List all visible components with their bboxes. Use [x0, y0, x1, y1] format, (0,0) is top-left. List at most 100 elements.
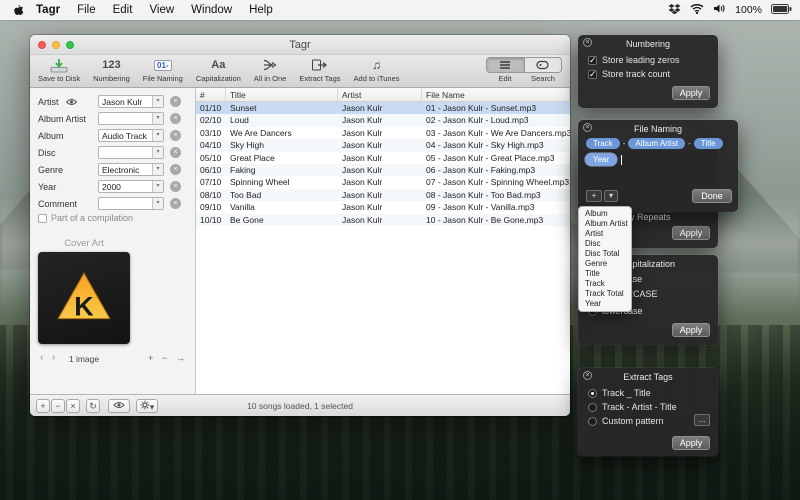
- chevron-down-icon[interactable]: ▾: [152, 164, 163, 175]
- token-year[interactable]: Year: [586, 154, 616, 165]
- token-menu: Album Album Artist Artist Disc Disc Tota…: [578, 206, 632, 312]
- compilation-checkbox[interactable]: [38, 214, 47, 223]
- segment-search[interactable]: [524, 58, 562, 72]
- toolbar-numbering[interactable]: 123 Numbering: [93, 57, 130, 83]
- cell-number: 10/10: [196, 214, 226, 226]
- apply-button[interactable]: Apply: [672, 323, 710, 337]
- token-title[interactable]: Title: [694, 138, 723, 149]
- menu-item-album-artist[interactable]: Album Artist: [579, 219, 631, 229]
- menu-item-artist[interactable]: Artist: [579, 229, 631, 239]
- radio[interactable]: [588, 417, 597, 426]
- menu-item-genre[interactable]: Genre: [579, 259, 631, 269]
- menu-edit[interactable]: Edit: [113, 4, 133, 16]
- dropbox-icon[interactable]: [668, 3, 681, 18]
- chevron-down-icon[interactable]: ▾: [152, 181, 163, 192]
- table-row[interactable]: 05/10 Great Place Jason Kulr 05 - Jason …: [196, 152, 570, 164]
- menu-help[interactable]: Help: [249, 4, 273, 16]
- custom-pattern-option[interactable]: Custom pattern: [588, 416, 664, 426]
- compilation-option[interactable]: Part of a compilation: [38, 213, 133, 223]
- clear-field-button[interactable]: ×: [170, 147, 181, 158]
- column-header-artist[interactable]: Artist: [338, 88, 422, 101]
- chevron-down-icon[interactable]: ▾: [152, 130, 163, 141]
- clear-field-button[interactable]: ×: [170, 164, 181, 175]
- toolbar-all-in-one[interactable]: All in One: [254, 57, 287, 83]
- image-count-label: 1 image: [38, 354, 130, 364]
- menu-item-track-total[interactable]: Track Total: [579, 289, 631, 299]
- menu-file[interactable]: File: [77, 4, 96, 16]
- window-titlebar[interactable]: Tagr: [30, 35, 570, 55]
- menu-item-year[interactable]: Year: [579, 299, 631, 309]
- table-row[interactable]: 06/10 Faking Jason Kulr 06 - Jason Kulr …: [196, 164, 570, 176]
- table-row[interactable]: 04/10 Sky High Jason Kulr 04 - Jason Kul…: [196, 139, 570, 151]
- volume-icon[interactable]: [713, 3, 726, 17]
- toolbar-add-to-itunes[interactable]: ♫ Add to iTunes: [354, 57, 400, 83]
- chevron-down-icon[interactable]: ▾: [152, 147, 163, 158]
- column-header-number[interactable]: #: [196, 88, 226, 101]
- apple-menu-icon[interactable]: [12, 4, 24, 17]
- clear-field-button[interactable]: ×: [170, 96, 181, 107]
- album-combobox: ▾: [98, 129, 164, 142]
- radio[interactable]: [588, 389, 597, 398]
- ellipsis-button[interactable]: ...: [694, 414, 710, 426]
- table-row[interactable]: 03/10 We Are Dancers Jason Kulr 03 - Jas…: [196, 127, 570, 139]
- chevron-down-icon[interactable]: ▾: [152, 198, 163, 209]
- menu-window[interactable]: Window: [191, 4, 232, 16]
- table-row[interactable]: 07/10 Spinning Wheel Jason Kulr 07 - Jas…: [196, 176, 570, 188]
- track-title-pattern-option[interactable]: Track _ Title: [588, 388, 651, 398]
- store-leading-zeros-option[interactable]: ✓ Store leading zeros: [588, 55, 680, 65]
- store-track-count-option[interactable]: ✓ Store track count: [588, 69, 670, 79]
- battery-icon[interactable]: [771, 4, 792, 17]
- table-row[interactable]: 01/10 Sunset Jason Kulr 01 - Jason Kulr …: [196, 102, 570, 114]
- clear-field-button[interactable]: ×: [170, 113, 181, 124]
- apply-button[interactable]: Apply: [672, 226, 710, 240]
- track-artist-title-pattern-option[interactable]: Track - Artist - Title: [588, 402, 677, 412]
- menu-item-title[interactable]: Title: [579, 269, 631, 279]
- apply-button[interactable]: Apply: [672, 86, 710, 100]
- checkbox[interactable]: ✓: [588, 70, 597, 79]
- add-image-button[interactable]: +: [148, 353, 153, 363]
- toolbar-capitalization[interactable]: Aa Capitalization: [196, 57, 241, 83]
- eye-icon[interactable]: [66, 98, 77, 108]
- table-row[interactable]: 10/10 Be Gone Jason Kulr 10 - Jason Kulr…: [196, 214, 570, 226]
- column-header-filename[interactable]: File Name: [422, 88, 570, 101]
- radio[interactable]: [588, 403, 597, 412]
- menu-app-name[interactable]: Tagr: [36, 4, 60, 16]
- cell-artist: Jason Kulr: [338, 164, 422, 176]
- done-button[interactable]: Done: [692, 189, 732, 203]
- token-album-artist[interactable]: Album Artist: [628, 138, 685, 149]
- add-token-button[interactable]: +: [586, 190, 602, 202]
- wifi-icon[interactable]: [690, 3, 704, 17]
- toolbar-file-naming[interactable]: 01- File Naming: [143, 57, 183, 83]
- menu-item-disc[interactable]: Disc: [579, 239, 631, 249]
- table-row[interactable]: 02/10 Loud Jason Kulr 02 - Jason Kulr - …: [196, 114, 570, 126]
- cell-number: 01/10: [196, 102, 226, 114]
- table-row[interactable]: 09/10 Vanilla Jason Kulr 09 - Jason Kulr…: [196, 201, 570, 213]
- chevron-down-icon[interactable]: ▾: [152, 96, 163, 107]
- segment-edit[interactable]: [487, 58, 524, 72]
- token-field-line1[interactable]: Track - Album Artist - Title: [586, 138, 723, 149]
- album-art-logo: K: [53, 267, 115, 329]
- menu-item-disc-total[interactable]: Disc Total: [579, 249, 631, 259]
- clear-field-button[interactable]: ×: [170, 181, 181, 192]
- token-field-line2[interactable]: Year: [586, 154, 622, 165]
- menu-item-track[interactable]: Track: [579, 279, 631, 289]
- clear-field-button[interactable]: ×: [170, 130, 181, 141]
- remove-image-button[interactable]: −: [162, 353, 167, 363]
- checkbox[interactable]: ✓: [588, 56, 597, 65]
- cell-title: Sky High: [226, 139, 338, 151]
- clear-field-button[interactable]: ×: [170, 198, 181, 209]
- apply-button[interactable]: Apply: [672, 436, 710, 450]
- menu-view[interactable]: View: [149, 4, 174, 16]
- toolbar-extract-tags[interactable]: Extract Tags: [299, 57, 340, 83]
- export-image-button[interactable]: →: [176, 353, 185, 363]
- column-header-title[interactable]: Title: [226, 88, 338, 101]
- token-track[interactable]: Track: [586, 138, 620, 149]
- cover-art-image[interactable]: K: [38, 252, 130, 344]
- menu-item-album[interactable]: Album: [579, 209, 631, 219]
- cell-title: Loud: [226, 114, 338, 126]
- toolbar-save-to-disk[interactable]: Save to Disk: [38, 57, 80, 83]
- chevron-down-icon[interactable]: ▾: [152, 113, 163, 124]
- token-menu-button[interactable]: ▾: [604, 190, 618, 202]
- cell-title: Too Bad: [226, 189, 338, 201]
- table-row[interactable]: 08/10 Too Bad Jason Kulr 08 - Jason Kulr…: [196, 189, 570, 201]
